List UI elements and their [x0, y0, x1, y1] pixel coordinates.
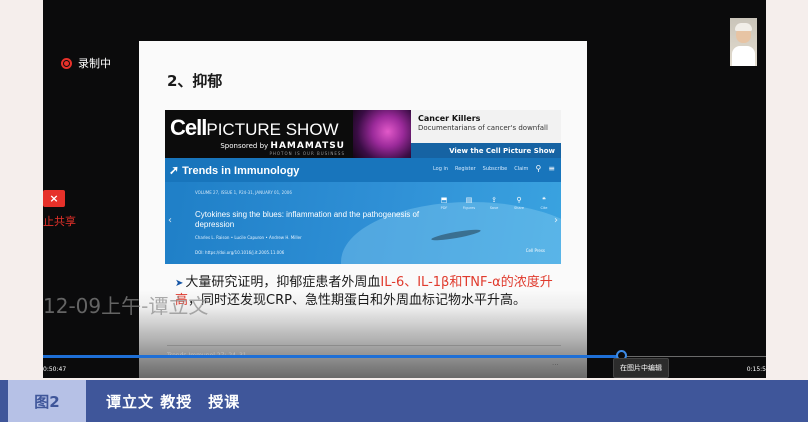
- cancer-cell-image: [353, 110, 411, 158]
- chevron-right-icon: ›: [554, 215, 558, 226]
- webcam-person-body: [732, 46, 755, 66]
- record-icon: [61, 57, 72, 69]
- journal-name: Trends in Immunology: [182, 165, 300, 177]
- body-text-part2: ，同时还发现CRP、急性期蛋白和外周血标记物水平升高。: [188, 292, 526, 308]
- bullet-arrow-icon: ➤: [175, 278, 184, 289]
- stop-share-icon[interactable]: ×: [43, 190, 65, 207]
- progress-fill: [43, 355, 622, 358]
- journal-nav: Log in Register Subscribe Claim ⚲ ≡: [432, 164, 555, 173]
- cite-icon: ❝ Cite: [540, 196, 548, 210]
- body-text-part1: 大量研究证明，抑郁症患者外周血: [185, 275, 381, 290]
- webcam-thumbnail[interactable]: [730, 18, 757, 66]
- article-authors: Charles L. Raison • Lucile Capuron • And…: [195, 235, 302, 240]
- cell-logo-thin: PICTURE SHOW: [206, 120, 339, 139]
- promo-panel: Cancer Killers Documentarians of cancer'…: [411, 110, 561, 158]
- sponsor-tagline: PHOTON IS OUR BUSINESS: [269, 151, 345, 156]
- article-headline: Cytokines sing the blues: inflammation a…: [195, 210, 420, 229]
- sponsored-by: Sponsored by: [220, 142, 269, 150]
- screen-share-view: 录制中 × 止共享 2、抑郁 CellPICTURE SHOW Sponsore…: [43, 0, 766, 378]
- journal-ad-banner: CellPICTURE SHOW Sponsored by HAMAMATSU …: [165, 110, 561, 158]
- journal-nav-item: Register: [455, 166, 476, 172]
- time-elapsed: 0:50:47: [43, 366, 67, 373]
- article-banner: VOLUME 27, ISSUE 1, P24-31, JANUARY 01, …: [165, 182, 561, 264]
- figure-caption-text: 谭立文 教授 授课: [106, 392, 241, 411]
- cell-logo-bold: Cell: [170, 115, 207, 140]
- cell-press-logo: Cell Press: [525, 248, 545, 253]
- presentation-slide: 2、抑郁 CellPICTURE SHOW Sponsored by HAMAM…: [139, 41, 587, 378]
- search-icon: ⚲: [535, 164, 542, 173]
- cell-picture-show-logo: CellPICTURE SHOW Sponsored by HAMAMATSU …: [165, 110, 353, 158]
- share-icon: ⚲ Share: [513, 196, 525, 210]
- slide-body-text: ➤ 大量研究证明，抑郁症患者外周血IL-6、IL-1β和TNF-α的浓度升高，同时…: [175, 275, 559, 309]
- journal-logo-icon: ➚: [169, 163, 180, 177]
- journal-nav-item: Claim: [514, 166, 529, 172]
- promo-button: View the Cell Picture Show: [411, 143, 561, 158]
- article-doi: DOI: https://doi.org/10.1016/j.it.2005.1…: [195, 250, 285, 255]
- journal-nav-item: Subscribe: [482, 166, 508, 172]
- recording-indicator: 录制中: [61, 55, 111, 71]
- edit-in-image-button[interactable]: 在图片中编辑: [613, 358, 669, 378]
- promo-subtitle: Documentarians of cancer's downfall: [418, 124, 548, 132]
- journal-nav-item: Log in: [432, 166, 449, 172]
- article-meta: VOLUME 27, ISSUE 1, P24-31, JANUARY 01, …: [195, 190, 292, 195]
- slide-more-icon: ···: [552, 361, 559, 369]
- figure-caption-bar: 图2 谭立文 教授 授课: [0, 380, 808, 422]
- pdf-icon: ⬒ PDF: [440, 196, 448, 210]
- promo-title: Cancer Killers: [418, 114, 481, 123]
- stop-share-button[interactable]: × 止共享: [43, 190, 76, 229]
- sponsor-name: HAMAMATSU: [270, 141, 345, 151]
- chevron-left-icon: ‹: [168, 215, 172, 226]
- stop-share-label[interactable]: 止共享: [43, 213, 76, 229]
- article-tools: ⬒ PDF ▤ Figures ⇪ Save ⚲ Share ❝ Cite: [437, 187, 551, 210]
- save-icon: ⇪ Save: [489, 196, 499, 210]
- time-total: 0:15:5: [746, 366, 766, 373]
- recording-label: 录制中: [78, 57, 111, 70]
- figures-icon: ▤ Figures: [462, 196, 476, 210]
- menu-icon: ≡: [548, 164, 555, 173]
- slide-divider: [167, 345, 561, 346]
- watermark-text: 12-09上午-谭立文: [43, 294, 209, 318]
- journal-header: ➚ Trends in Immunology Log in Register Su…: [165, 158, 561, 182]
- slide-title: 2、抑郁: [167, 72, 223, 90]
- webcam-person-hair: [735, 23, 752, 31]
- figure-number: 图2: [8, 380, 86, 422]
